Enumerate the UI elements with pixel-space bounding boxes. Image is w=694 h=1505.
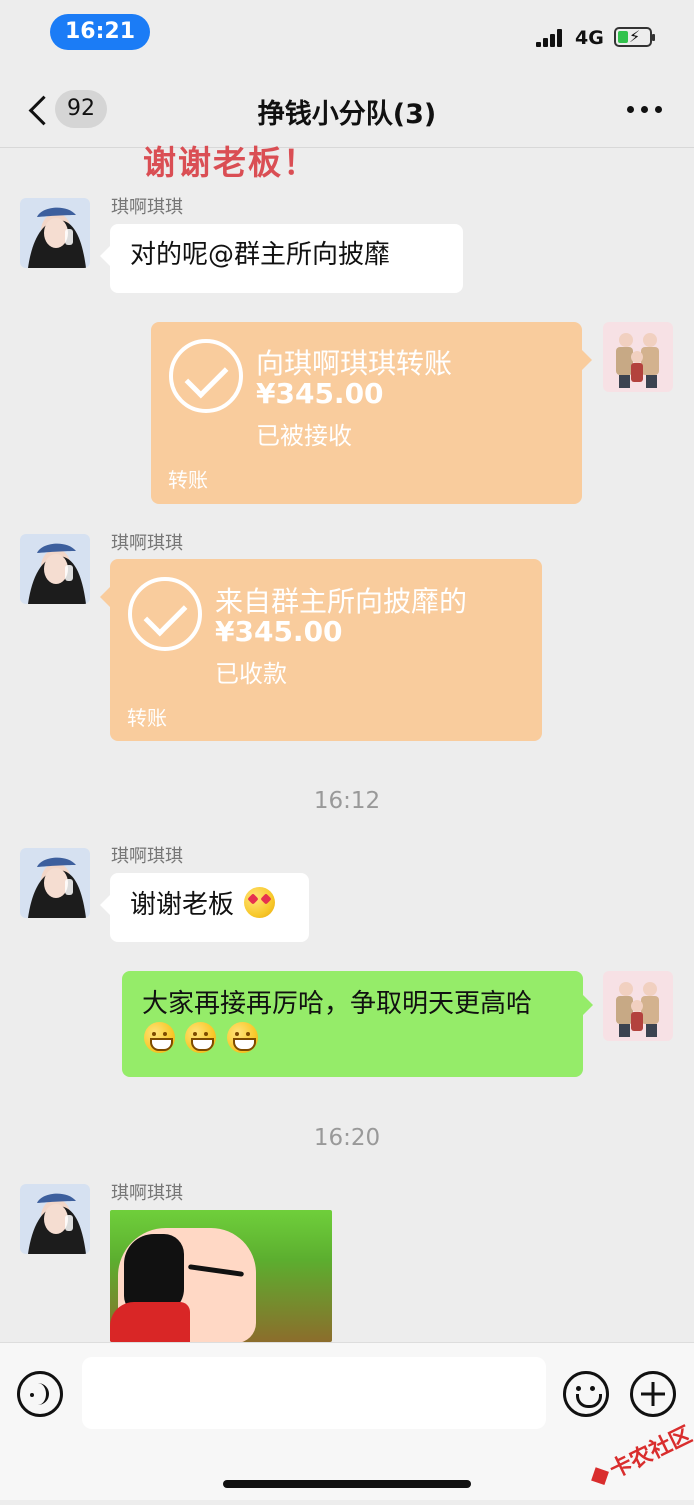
transfer-status: 已被接收 xyxy=(256,422,352,450)
status-bar: 16:21 4G ⚡ xyxy=(0,0,694,70)
incoming-message[interactable]: 谢谢老板 xyxy=(100,873,309,942)
top-navigation: 92 挣钱小分队(3) xyxy=(0,70,694,148)
check-icon xyxy=(169,339,243,413)
transfer-amount: ¥345.00 xyxy=(215,615,343,648)
avatar[interactable] xyxy=(20,1184,90,1254)
home-indicator xyxy=(223,1480,471,1488)
message-text: 大家再接再厉哈，争取明天更高哈 xyxy=(142,989,533,1019)
incoming-message[interactable]: 对的呢@群主所向披靡 xyxy=(100,224,463,293)
more-icon[interactable] xyxy=(627,106,663,114)
signal-icon xyxy=(536,29,566,47)
sender-name: 琪啊琪琪 xyxy=(111,846,183,867)
sender-name: 琪啊琪琪 xyxy=(111,197,183,218)
avatar[interactable] xyxy=(20,534,90,604)
avatar[interactable] xyxy=(20,848,90,918)
sender-name: 琪啊琪琪 xyxy=(111,533,183,554)
outgoing-transfer[interactable]: 向琪啊琪琪转账 ¥345.00 已被接收 转账 xyxy=(151,322,592,504)
grinning-emoji-icon xyxy=(185,1022,217,1054)
transfer-status: 已收款 xyxy=(215,660,287,688)
watermark-logo-icon xyxy=(591,1467,609,1486)
network-label: 4G xyxy=(575,27,604,49)
message-input[interactable] xyxy=(82,1357,546,1429)
watermark: 卡农社区 xyxy=(585,1417,694,1504)
grinning-emoji-icon xyxy=(226,1022,258,1054)
emoji-icon[interactable] xyxy=(563,1371,609,1417)
message-text: 谢谢老板 xyxy=(130,890,235,920)
sticker-image[interactable] xyxy=(110,1210,332,1342)
partial-sticker-text: 谢谢老板！ xyxy=(143,143,318,182)
outgoing-message[interactable]: 大家再接再厉哈，争取明天更高哈 xyxy=(122,971,593,1077)
watermark-text: 卡农社区 xyxy=(606,1422,694,1484)
status-time: 16:21 xyxy=(50,14,150,50)
avatar[interactable] xyxy=(20,198,90,268)
message-text: 对的呢@群主所向披靡 xyxy=(130,240,391,270)
time-divider: 16:12 xyxy=(313,788,381,814)
sender-name: 琪啊琪琪 xyxy=(111,1183,183,1204)
plus-icon[interactable] xyxy=(630,1371,676,1417)
transfer-amount: ¥345.00 xyxy=(256,377,384,410)
heart-eyes-emoji-icon xyxy=(244,887,276,918)
transfer-title: 向琪啊琪琪转账 xyxy=(256,347,453,380)
transfer-title: 来自群主所向披靡的 xyxy=(215,585,468,618)
chat-title: 挣钱小分队(3) xyxy=(257,99,437,130)
transfer-label: 转账 xyxy=(127,706,167,730)
avatar[interactable] xyxy=(603,971,673,1041)
avatar[interactable] xyxy=(603,322,673,392)
transfer-label: 转账 xyxy=(168,468,208,492)
time-divider: 16:20 xyxy=(313,1125,381,1151)
input-bar: 卡农社区 xyxy=(0,1342,694,1500)
check-icon xyxy=(128,577,202,651)
voice-icon[interactable] xyxy=(17,1371,63,1417)
grinning-emoji-icon xyxy=(144,1022,175,1054)
incoming-transfer[interactable]: 来自群主所向披靡的 ¥345.00 已收款 转账 xyxy=(100,559,542,741)
battery-icon: ⚡ xyxy=(614,27,655,47)
